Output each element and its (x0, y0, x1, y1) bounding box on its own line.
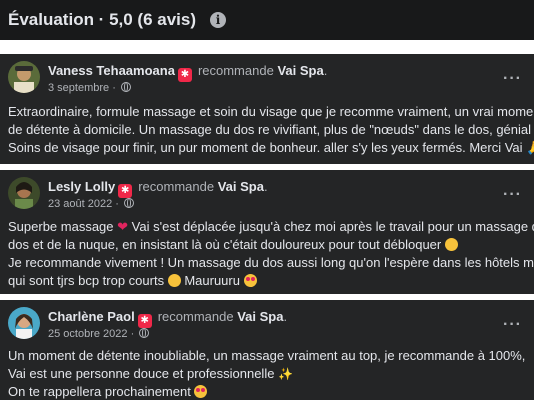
review-line: Superbe massage (8, 219, 114, 234)
review-text: Extraordinaire, formule massage et soin … (8, 103, 534, 157)
more-options-icon[interactable]: ··· (503, 186, 522, 204)
recommend-badge-icon: ✱ (177, 68, 192, 82)
review-line: dos et de la nuque, en insistant là où c… (8, 237, 442, 252)
recommends-text: recommande (197, 63, 274, 78)
avatar[interactable] (8, 307, 40, 339)
info-icon[interactable]: i (210, 12, 227, 28)
review-text: Un moment de détente inoubliable, un mas… (8, 347, 525, 400)
recommend-badge-icon: ✱ (137, 314, 152, 328)
review-line: de détente à domicile. Un massage du dos… (8, 122, 534, 137)
review-date[interactable]: 23 août 2022 (48, 198, 112, 210)
more-options-icon[interactable]: ··· (503, 70, 522, 88)
avatar[interactable] (8, 61, 40, 93)
globe-icon (124, 198, 135, 208)
smile-emoji-icon (167, 274, 181, 287)
review-line: Vai est une personne douce et profession… (8, 366, 275, 381)
review-line: Je recommande vivement ! Un massage du d… (8, 255, 534, 270)
sparkles-emoji-icon: ✨ (278, 367, 294, 381)
pray-emoji-icon: 🙏 (526, 140, 534, 155)
page-link[interactable]: Vai Spa (237, 309, 283, 324)
review-line: Vai s'est déplacée jusqu'à chez moi aprè… (131, 219, 534, 234)
review-line: On te rappellera prochainement (8, 384, 191, 399)
review-line: qui sont tjrs bcp trop courts (8, 273, 165, 288)
review-date[interactable]: 3 septembre (48, 82, 109, 94)
globe-icon (139, 328, 150, 338)
review-line: Extraordinaire, formule massage et soin … (8, 104, 534, 119)
recommends-text: recommande (157, 309, 234, 324)
heart-emoji-icon: ❤ (117, 219, 129, 234)
heart-eyes-emoji-icon (243, 274, 257, 287)
smile-emoji-icon (444, 238, 458, 251)
review-author[interactable]: Charlène Paol (48, 309, 135, 324)
review-text: Superbe massage ❤ Vai s'est déplacée jus… (8, 218, 534, 290)
heart-eyes-emoji-icon (194, 385, 208, 398)
review-author[interactable]: Vaness Tehaamoana (48, 63, 175, 78)
page-link[interactable]: Vai Spa (218, 179, 264, 194)
more-options-icon[interactable]: ··· (503, 316, 522, 334)
review-author[interactable]: Lesly Lolly (48, 179, 115, 194)
review-card: Charlène Paol ✱ recommande Vai Spa. 25 oct… (0, 300, 534, 400)
page-link[interactable]: Vai Spa (277, 63, 323, 78)
globe-icon (120, 82, 131, 92)
recommend-badge-icon: ✱ (118, 184, 133, 198)
ratings-header: Évaluation · 5,0 (6 avis) i (0, 0, 534, 40)
ratings-title: Évaluation · 5,0 (6 avis) (8, 10, 197, 29)
avatar[interactable] (8, 177, 40, 209)
review-line: Un moment de détente inoubliable, un mas… (8, 348, 526, 363)
review-line: Soins de visage pour finir, un pur momen… (8, 140, 523, 155)
review-card: Vaness Tehaamoana ✱ recommande Vai Spa. 3 … (0, 54, 534, 164)
review-date[interactable]: 25 octobre 2022 (48, 328, 128, 340)
recommends-text: recommande (138, 179, 215, 194)
review-card: Lesly Lolly ✱ recommande Vai Spa. 23 août … (0, 170, 534, 294)
review-line: Mauruuru (184, 273, 240, 288)
